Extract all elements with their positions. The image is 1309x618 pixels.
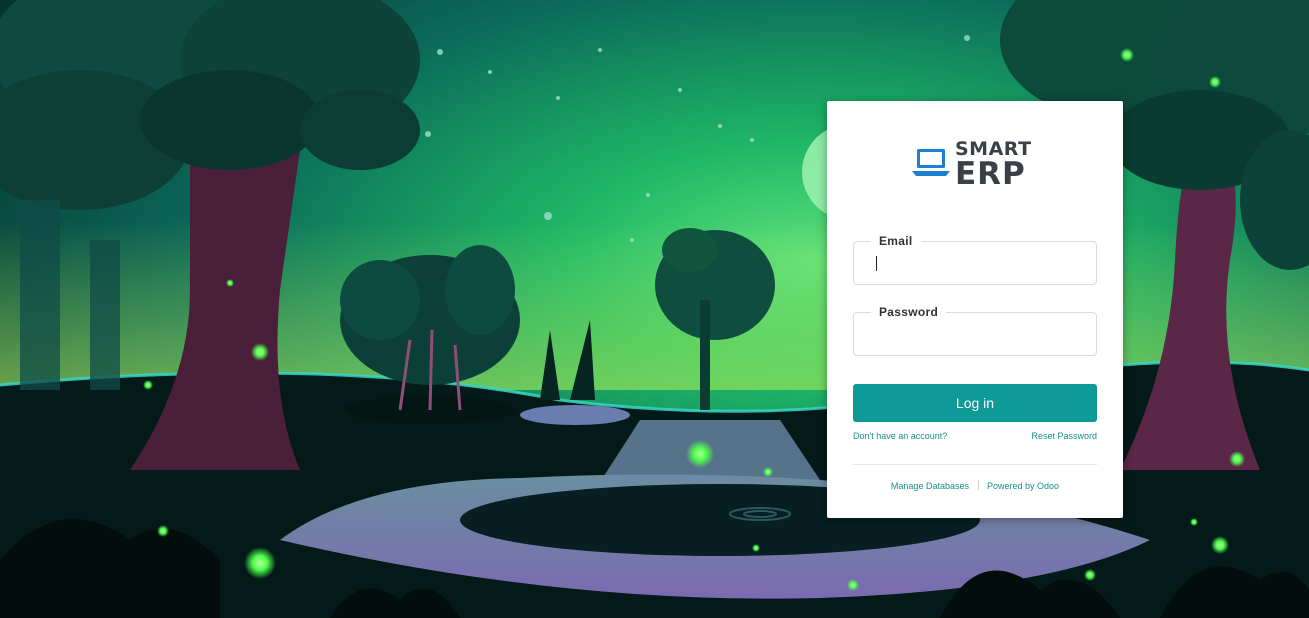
reset-password-link[interactable]: Reset Password <box>1031 431 1097 441</box>
password-input[interactable] <box>854 313 1096 355</box>
footer-links: Manage Databases Powered by Odoo <box>827 480 1123 491</box>
logo-line-erp: ERP <box>955 156 1026 192</box>
text-caret <box>876 256 877 271</box>
login-card: SMART ERP Email Password Log in Don't ha… <box>827 101 1123 518</box>
email-input[interactable] <box>854 242 1096 284</box>
logo-wordmark: SMART ERP <box>955 139 1032 192</box>
email-field: Email <box>853 234 1097 285</box>
powered-by-odoo-link[interactable]: Powered by Odoo <box>987 481 1059 491</box>
footer-separator <box>977 480 979 490</box>
signup-link[interactable]: Don't have an account? <box>853 431 947 441</box>
logo: SMART ERP <box>911 137 1041 191</box>
divider <box>853 464 1097 465</box>
manage-databases-link[interactable]: Manage Databases <box>891 481 969 491</box>
password-field: Password <box>853 305 1097 356</box>
login-button[interactable]: Log in <box>853 384 1097 422</box>
laptop-icon <box>912 149 950 176</box>
